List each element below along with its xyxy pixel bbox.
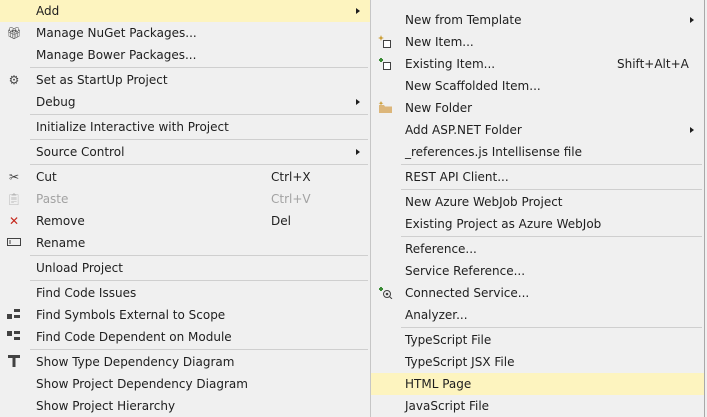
menu-item-label: Analyzer... (405, 308, 468, 322)
shortcut-text: Del (271, 214, 291, 228)
menu-item-new-item[interactable]: New Item... (371, 31, 704, 53)
menu-item-label: Connected Service... (405, 286, 530, 300)
menu-item-find-symbols-external[interactable]: Find Symbols External to Scope (0, 304, 370, 326)
menu-item-label: Add (36, 4, 60, 18)
menu-item-label: New Folder (405, 101, 473, 115)
shortcut-text: Shift+Alt+A (617, 57, 689, 71)
menu-item-label: Find Code Dependent on Module (36, 330, 232, 344)
dependency-icon (6, 330, 22, 344)
menu-item-show-project-hierarchy[interactable]: Show Project Hierarchy (0, 395, 370, 417)
new-item-icon (377, 35, 393, 49)
menu-item-label: Rename (36, 236, 86, 250)
menu-item-label: New from Template (405, 13, 522, 27)
menu-item-label: Show Project Dependency Diagram (36, 377, 248, 391)
menu-item-label: Cut (36, 170, 57, 184)
menu-item-label: Existing Item... (405, 57, 496, 71)
menu-item-label: Remove (36, 214, 85, 228)
dependency-icon (6, 308, 22, 322)
menu-item-reference[interactable]: Reference... (371, 238, 704, 260)
menu-item-label: Service Reference... (405, 264, 526, 278)
menu-item-existing-azure-webjob[interactable]: Existing Project as Azure WebJob (371, 213, 704, 235)
menu-item-label: Show Project Hierarchy (36, 399, 176, 413)
menu-item-new-azure-webjob[interactable]: New Azure WebJob Project (371, 191, 704, 213)
add-submenu: New from Template New Item... Existing I… (370, 0, 705, 417)
menu-item-javascript-file[interactable]: JavaScript File (371, 395, 704, 417)
menu-item-label: New Azure WebJob Project (405, 195, 563, 209)
menu-item-label: Show Type Dependency Diagram (36, 355, 235, 369)
menu-item-source-control[interactable]: Source Control (0, 141, 370, 163)
menu-item-show-project-dependency[interactable]: Show Project Dependency Diagram (0, 373, 370, 395)
existing-item-icon (377, 57, 393, 71)
menu-item-label: New Item... (405, 35, 474, 49)
menu-item-rest-api-client[interactable]: REST API Client... (371, 166, 704, 188)
menu-item-label: New Scaffolded Item... (405, 79, 541, 93)
menu-item-label: Find Symbols External to Scope (36, 308, 226, 322)
menu-item-new-folder[interactable]: New Folder (371, 97, 704, 119)
menu-item-manage-bower[interactable]: Manage Bower Packages... (0, 44, 370, 66)
menu-item-rename[interactable]: Rename (0, 232, 370, 254)
menu-item-label: TypeScript File (405, 333, 492, 347)
menu-item-analyzer[interactable]: Analyzer... (371, 304, 704, 326)
menu-item-label: Existing Project as Azure WebJob (405, 217, 602, 231)
submenu-arrow-icon (356, 149, 360, 155)
project-context-menu: Add 🎁︎ Manage NuGet Packages... Manage B… (0, 0, 370, 417)
menu-item-manage-nuget[interactable]: 🎁︎ Manage NuGet Packages... (0, 22, 370, 44)
type-dependency-icon (6, 355, 22, 369)
shortcut-text: Ctrl+X (271, 170, 311, 184)
menu-item-label: Manage NuGet Packages... (36, 26, 197, 40)
menu-item-add-aspnet-folder[interactable]: Add ASP.NET Folder (371, 119, 704, 141)
new-folder-icon (377, 101, 393, 115)
gear-icon: ⚙ (8, 73, 20, 87)
menu-item-existing-item[interactable]: Existing Item... Shift+Alt+A (371, 53, 704, 75)
menu-item-typescript-file[interactable]: TypeScript File (371, 329, 704, 351)
submenu-arrow-icon (690, 17, 694, 23)
connected-service-icon (377, 286, 393, 300)
clipboard-icon: 📋︎ (6, 192, 22, 206)
shortcut-text: Ctrl+V (271, 192, 311, 206)
menu-item-label: Manage Bower Packages... (36, 48, 197, 62)
menu-item-label: Source Control (36, 145, 125, 159)
menu-item-label: Add ASP.NET Folder (405, 123, 522, 137)
menu-item-add[interactable]: Add (0, 0, 370, 22)
gift-icon: 🎁︎ (6, 26, 22, 40)
submenu-arrow-icon (690, 127, 694, 133)
menu-item-debug[interactable]: Debug (0, 91, 370, 113)
menu-item-label: HTML Page (405, 377, 472, 391)
menu-item-label: Unload Project (36, 261, 123, 275)
menu-item-set-startup[interactable]: ⚙ Set as StartUp Project (0, 69, 370, 91)
red-x-icon: ✕ (8, 214, 20, 228)
menu-item-label: Reference... (405, 242, 477, 256)
menu-item-label: Debug (36, 95, 76, 109)
rename-icon (6, 236, 22, 250)
menu-item-show-type-dependency[interactable]: Show Type Dependency Diagram (0, 351, 370, 373)
menu-item-find-code-issues[interactable]: Find Code Issues (0, 282, 370, 304)
menu-item-label: Paste (36, 192, 69, 206)
menu-item-new-from-template[interactable]: New from Template (371, 9, 704, 31)
menu-item-service-reference[interactable]: Service Reference... (371, 260, 704, 282)
menu-item-unload-project[interactable]: Unload Project (0, 257, 370, 279)
menu-item-remove[interactable]: ✕ Remove Del (0, 210, 370, 232)
submenu-arrow-icon (356, 8, 360, 14)
menu-item-references-js[interactable]: _references.js Intellisense file (371, 141, 704, 163)
submenu-arrow-icon (356, 99, 360, 105)
menu-item-cut[interactable]: ✂ Cut Ctrl+X (0, 166, 370, 188)
menu-item-init-interactive[interactable]: Initialize Interactive with Project (0, 116, 370, 138)
menu-item-paste[interactable]: 📋︎ Paste Ctrl+V (0, 188, 370, 210)
menu-item-new-scaffolded[interactable]: New Scaffolded Item... (371, 75, 704, 97)
menu-item-label: Set as StartUp Project (36, 73, 168, 87)
menu-item-label: _references.js Intellisense file (405, 145, 582, 159)
menu-item-label: REST API Client... (405, 170, 509, 184)
menu-item-label: JavaScript File (405, 399, 490, 413)
scissors-icon: ✂ (8, 170, 20, 184)
menu-item-label: Find Code Issues (36, 286, 137, 300)
menu-item-label: TypeScript JSX File (405, 355, 515, 369)
menu-item-connected-service[interactable]: Connected Service... (371, 282, 704, 304)
menu-item-label: Initialize Interactive with Project (36, 120, 229, 134)
menu-item-find-code-dependent[interactable]: Find Code Dependent on Module (0, 326, 370, 348)
menu-item-html-page[interactable]: HTML Page (371, 373, 704, 395)
menu-item-typescript-jsx-file[interactable]: TypeScript JSX File (371, 351, 704, 373)
